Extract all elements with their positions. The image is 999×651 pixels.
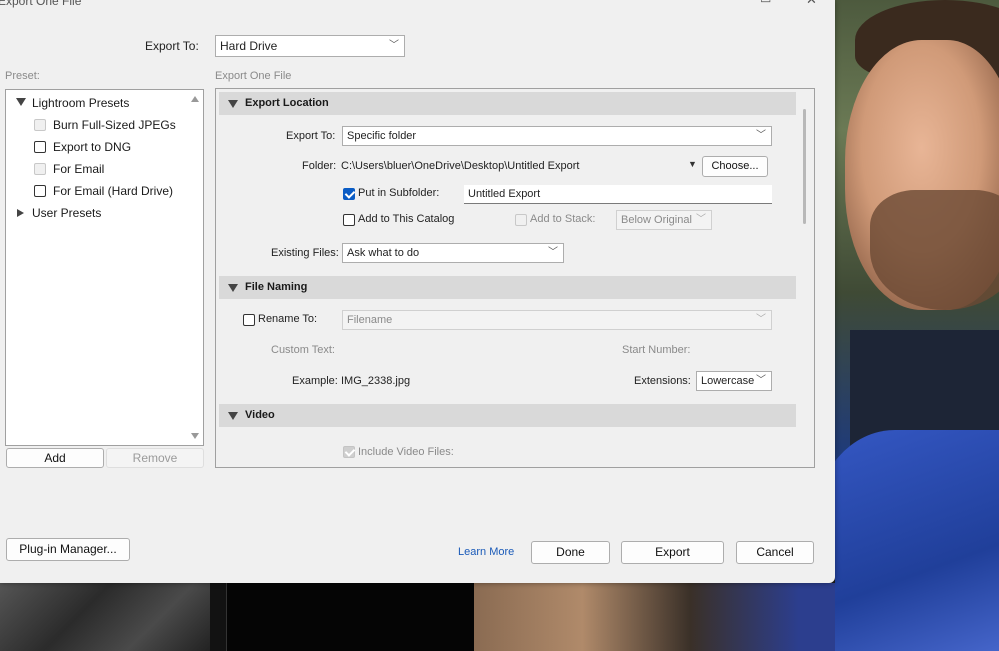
add-to-catalog-label: Add to This Catalog	[358, 213, 455, 225]
example-label: Example:	[292, 375, 338, 387]
stack-position-value: Below Original	[621, 214, 692, 226]
export-to-label: Export To:	[145, 39, 199, 53]
preset-group-user[interactable]: User Presets	[32, 206, 101, 220]
folder-history-dropdown-icon[interactable]: ▼	[688, 159, 697, 169]
rename-to-label: Rename To:	[258, 313, 318, 325]
section-file-naming[interactable]: File Naming	[219, 276, 796, 299]
example-filename: IMG_2338.jpg	[341, 375, 411, 387]
plugin-manager-button[interactable]: Plug-in Manager...	[6, 538, 130, 561]
preset-list: Lightroom Presets Burn Full-Sized JPEGs …	[5, 89, 204, 446]
chevron-down-icon: ﹀	[548, 247, 558, 258]
chevron-down-icon: ﹀	[696, 214, 706, 225]
scroll-down-icon[interactable]	[191, 433, 199, 439]
section-title: File Naming	[245, 281, 308, 293]
filmstrip	[0, 583, 835, 651]
settings-panel: Export Location Export To: Specific fold…	[215, 88, 815, 468]
location-export-to-label: Export To:	[286, 130, 336, 142]
section-export-location[interactable]: Export Location	[219, 92, 796, 115]
photo-dress	[835, 430, 999, 651]
include-video-checkbox	[343, 446, 355, 458]
custom-text-label: Custom Text:	[271, 344, 335, 356]
close-icon[interactable]: ✕	[806, 0, 817, 8]
subfolder-name-input[interactable]: Untitled Export	[464, 185, 772, 204]
settings-heading: Export One File	[215, 70, 292, 82]
preset-checkbox[interactable]	[34, 185, 46, 197]
minimize-icon[interactable]: ▭	[760, 0, 771, 6]
extensions-select[interactable]: Lowercase ﹀	[696, 371, 772, 391]
stack-position-select: Below Original ﹀	[616, 210, 712, 230]
existing-files-select[interactable]: Ask what to do ﹀	[342, 243, 564, 263]
background-photo	[835, 0, 999, 651]
preset-label: Preset:	[5, 70, 40, 82]
include-video-label: Include Video Files:	[358, 446, 454, 458]
preset-group-lightroom[interactable]: Lightroom Presets	[32, 96, 129, 110]
location-export-to-value: Specific folder	[347, 130, 417, 142]
settings-scrollbar[interactable]	[803, 109, 806, 224]
put-in-subfolder-checkbox[interactable]	[343, 188, 355, 200]
add-to-stack-checkbox	[515, 214, 527, 226]
choose-folder-button[interactable]: Choose...	[702, 156, 768, 177]
folder-label: Folder:	[302, 160, 337, 172]
expand-triangle-icon[interactable]	[17, 209, 24, 217]
chevron-down-icon: ﹀	[756, 314, 766, 325]
preset-item[interactable]: Export to DNG	[53, 140, 131, 154]
rename-template-select: Filename ﹀	[342, 310, 772, 330]
export-to-select[interactable]: Hard Drive ﹀	[215, 35, 405, 57]
add-to-stack-label: Add to Stack:	[530, 213, 596, 225]
scroll-up-icon[interactable]	[191, 96, 199, 102]
extensions-value: Lowercase	[701, 375, 755, 387]
export-dialog: Export One File ▭ ✕ Export To: Hard Driv…	[0, 0, 835, 583]
collapse-triangle-icon	[228, 100, 238, 108]
add-preset-button[interactable]: Add	[6, 448, 104, 468]
collapse-triangle-icon	[228, 412, 238, 420]
export-button[interactable]: Export	[621, 541, 724, 564]
chevron-down-icon: ﹀	[756, 375, 766, 386]
preset-item[interactable]: Burn Full-Sized JPEGs	[53, 118, 176, 132]
rename-template-value: Filename	[347, 314, 393, 326]
folder-path: C:\Users\bluer\OneDrive\Desktop\Untitled…	[341, 160, 580, 172]
filmstrip-thumb[interactable]	[474, 583, 835, 651]
existing-files-label: Existing Files:	[271, 247, 339, 259]
learn-more-link[interactable]: Learn More	[458, 546, 514, 558]
start-number-label: Start Number:	[622, 344, 691, 356]
expand-triangle-icon[interactable]	[16, 98, 26, 106]
preset-item[interactable]: For Email	[53, 162, 104, 176]
preset-checkbox	[34, 119, 46, 131]
extensions-label: Extensions:	[634, 375, 691, 387]
preset-checkbox[interactable]	[34, 141, 46, 153]
location-export-to-select[interactable]: Specific folder ﹀	[342, 126, 772, 146]
filmstrip-thumb[interactable]	[0, 583, 210, 651]
put-in-subfolder-label: Put in Subfolder:	[358, 187, 440, 199]
section-title: Video	[245, 409, 275, 421]
preset-checkbox	[34, 163, 46, 175]
window-title: Export One File	[0, 0, 82, 8]
chevron-down-icon: ﹀	[756, 130, 766, 141]
rename-to-checkbox[interactable]	[243, 314, 255, 326]
preset-item[interactable]: For Email (Hard Drive)	[53, 184, 173, 198]
section-title: Export Location	[245, 97, 329, 109]
section-video[interactable]: Video	[219, 404, 796, 427]
export-to-value: Hard Drive	[220, 39, 278, 53]
filmstrip-thumb[interactable]	[226, 583, 475, 651]
done-button[interactable]: Done	[531, 541, 610, 564]
collapse-triangle-icon	[228, 284, 238, 292]
existing-files-value: Ask what to do	[347, 247, 420, 259]
chevron-down-icon: ﹀	[389, 40, 399, 51]
add-to-catalog-checkbox[interactable]	[343, 214, 355, 226]
cancel-button[interactable]: Cancel	[736, 541, 814, 564]
remove-preset-button: Remove	[106, 448, 204, 468]
